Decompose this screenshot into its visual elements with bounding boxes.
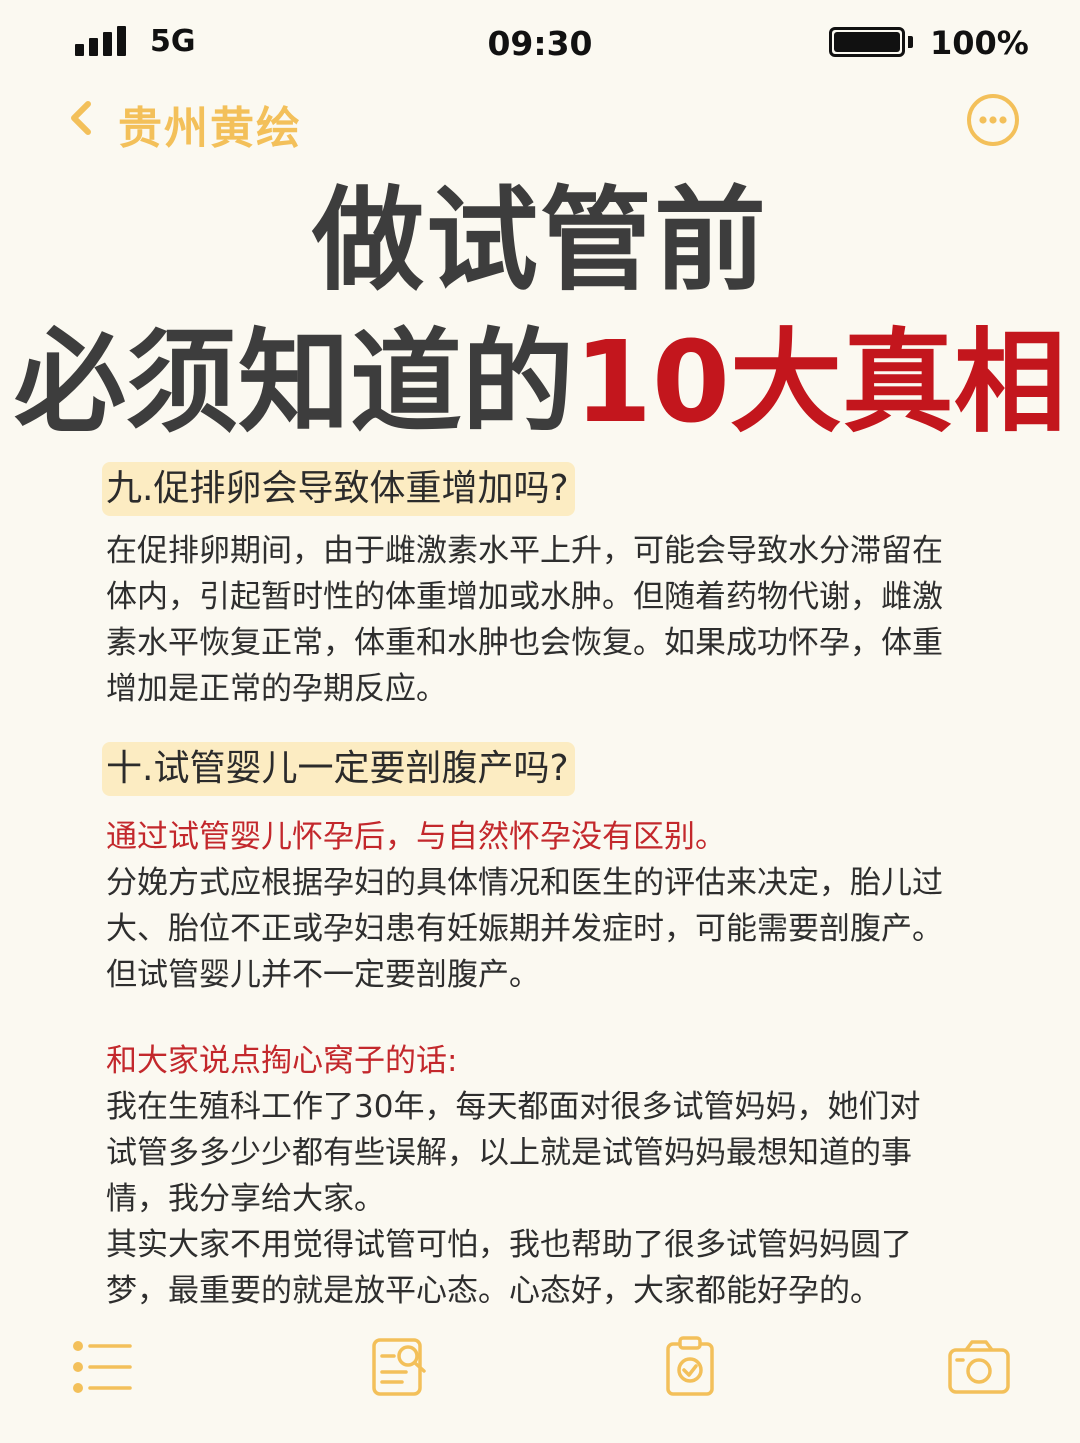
paragraph-line: 我在生殖科工作了30年，每天都面对很多试管妈妈，她们对 (106, 1089, 921, 1125)
battery-icon (829, 27, 905, 57)
paragraph-line: 试管多多少少都有些误解，以上就是试管妈妈最想知道的事 (106, 1135, 912, 1171)
status-bar: 5G 09:30 100% (0, 0, 1080, 86)
closing-section: 和大家说点掏心窝子的话: 我在生殖科工作了30年，每天都面对很多试管妈妈，她们对… (106, 1038, 986, 1314)
section-heading: 九.促排卵会导致体重增加吗? (102, 462, 575, 516)
battery-tip (908, 36, 913, 48)
page-title-line1: 做试管前 (312, 176, 768, 306)
paragraph-line: 体内，引起暂时性的体重增加或水肿。但随着药物代谢，雌激 (106, 579, 943, 615)
section-9: 九.促排卵会导致体重增加吗? 在促排卵期间，由于雌激素水平上升，可能会导致水分滞… (102, 462, 986, 712)
paragraph-line: 情，我分享给大家。 (106, 1181, 385, 1217)
nav-title: 贵州黄绘 (118, 103, 302, 154)
list-icon[interactable] (70, 1334, 136, 1400)
paragraph-line: 梦，最重要的就是放平心态。心态好，大家都能好孕的。 (106, 1273, 881, 1309)
paragraph-line: 素水平恢复正常，体重和水肿也会恢复。如果成功怀孕，体重 (106, 625, 943, 661)
section-10: 十.试管婴儿一定要剖腹产吗? 通过试管婴儿怀孕后，与自然怀孕没有区别。 分娩方式… (102, 742, 986, 998)
status-time: 09:30 (487, 24, 593, 63)
battery-percent: 100% (930, 24, 1029, 62)
clipboard-check-icon[interactable] (658, 1334, 724, 1400)
title-accent: 10大真相 (574, 318, 1066, 448)
highlight-lead: 通过试管婴儿怀孕后，与自然怀孕没有区别。 (106, 819, 726, 855)
paragraph-line: 分娩方式应根据孕妇的具体情况和医生的评估来决定，胎儿过 (106, 865, 943, 901)
nav-bar: 贵州黄绘 (0, 86, 1080, 156)
paragraph-line: 大、胎位不正或孕妇患有妊娠期并发症时，可能需要剖腹产。 (106, 911, 943, 947)
paragraph-line: 在促排卵期间，由于雌激素水平上升，可能会导致水分滞留在 (106, 533, 943, 569)
paragraph-line: 增加是正常的孕期反应。 (106, 671, 447, 707)
paragraph-line: 但试管婴儿并不一定要剖腹产。 (106, 957, 540, 993)
title-plain: 必须知道的 (14, 318, 575, 448)
closing-lead: 和大家说点掏心窝子的话: (106, 1043, 458, 1079)
paragraph-line: 其实大家不用觉得试管可怕，我也帮助了很多试管妈妈圆了 (106, 1227, 912, 1263)
back-chevron-icon[interactable] (62, 98, 102, 138)
camera-icon[interactable] (946, 1334, 1012, 1400)
search-document-icon[interactable] (368, 1334, 434, 1400)
article-body: 九.促排卵会导致体重增加吗? 在促排卵期间，由于雌激素水平上升，可能会导致水分滞… (102, 462, 986, 1314)
tab-bar (0, 1334, 1080, 1404)
section-heading: 十.试管婴儿一定要剖腹产吗? (102, 742, 575, 796)
more-icon[interactable] (965, 92, 1021, 148)
page-title-line2: 必须知道的10大真相 (0, 318, 1080, 448)
